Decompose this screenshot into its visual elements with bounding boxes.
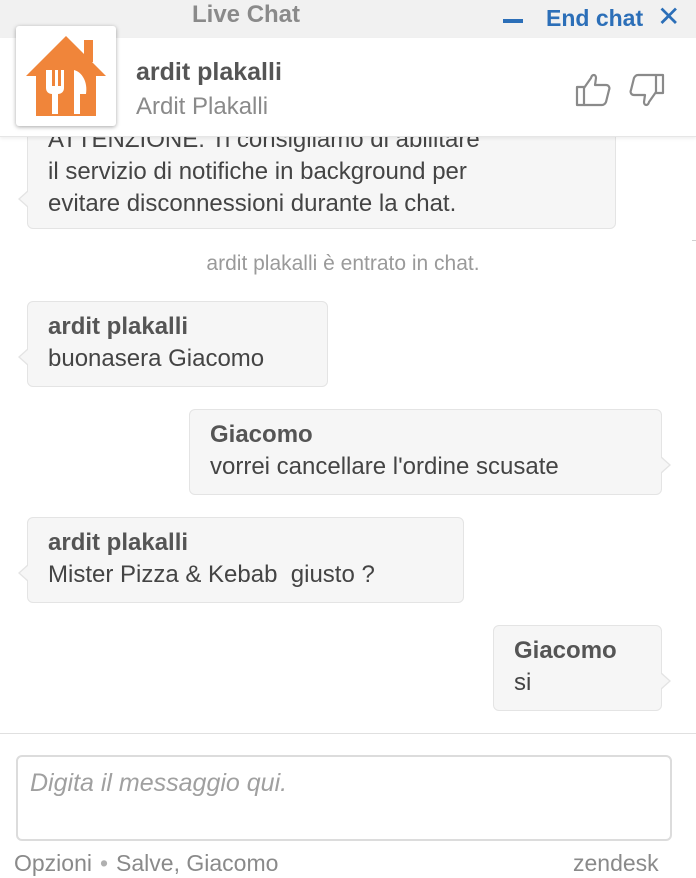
agent-name: ardit plakalli [136, 58, 282, 86]
notice-line: ATTENZIONE: Ti consigliamo di abilitare [48, 136, 480, 153]
message-sender: Giacomo [210, 421, 313, 448]
notice-line: evitare disconnessioni durante la chat. [48, 190, 457, 217]
thumbs-up-icon[interactable] [574, 72, 612, 108]
agent-message: ardit plakalli buonasera Giacomo [18, 301, 328, 387]
thumbs-down-icon[interactable] [628, 72, 666, 108]
composer-divider [0, 733, 696, 734]
system-message: ardit plakalli è entrato in chat. [206, 252, 480, 275]
visitor-message: Giacomo vorrei cancellare l'ordine scusa… [189, 409, 671, 495]
agent-message: ardit plakalli Mister Pizza & Kebab gius… [18, 517, 464, 603]
message-sender: ardit plakalli [48, 313, 189, 340]
zendesk-brand-link[interactable]: zendesk [573, 848, 659, 878]
close-icon[interactable]: ✕ [657, 3, 680, 31]
message-text: si [514, 669, 532, 696]
footer-bar: Opzioni • Salve, Giacomo [14, 848, 278, 878]
scroll-edge [692, 240, 696, 241]
visitor-message: Giacomo si [493, 625, 671, 711]
message-text: Mister Pizza & Kebab giusto ? [48, 561, 375, 588]
message-input[interactable] [16, 755, 672, 841]
visitor-greeting: Salve, Giacomo [116, 850, 279, 876]
options-menu-link[interactable]: Opzioni [14, 850, 92, 876]
house-fork-knife-logo-icon [26, 36, 106, 116]
restaurant-logo [16, 26, 116, 126]
notice-message: ATTENZIONE: Ti consigliamo di abilitare … [18, 136, 616, 229]
minimize-button[interactable] [503, 19, 523, 23]
message-text: buonasera Giacomo [48, 345, 265, 372]
message-sender: ardit plakalli [48, 529, 189, 556]
message-sender: Giacomo [514, 637, 617, 664]
message-text: vorrei cancellare l'ordine scusate [210, 453, 559, 480]
notice-line: il servizio di notifiche in background p… [48, 158, 467, 185]
separator-dot: • [99, 850, 109, 876]
agent-display-name: Ardit Plakalli [136, 93, 269, 120]
message-list[interactable]: ATTENZIONE: Ti consigliamo di abilitare … [0, 136, 696, 733]
end-chat-button[interactable]: End chat [546, 5, 643, 31]
chat-window-title: Live Chat [192, 1, 301, 28]
